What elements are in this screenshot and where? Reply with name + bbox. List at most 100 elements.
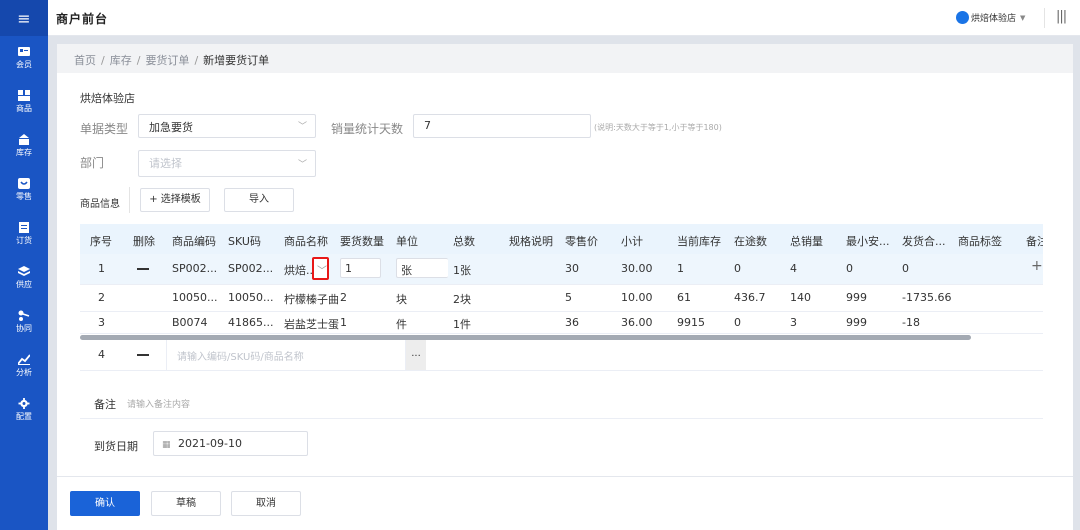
import-button[interactable]: 导入 bbox=[224, 188, 294, 212]
row-number: 1 bbox=[98, 262, 105, 275]
min-safety-stock: 0 bbox=[846, 262, 853, 275]
add-remark-button[interactable]: + bbox=[1031, 258, 1043, 274]
row-number: 2 bbox=[98, 291, 105, 304]
breadcrumb: 首页 / 库存 / 要货订单 / 新增要货订单 bbox=[57, 44, 1073, 73]
sidebar-item-label: 库存 bbox=[16, 148, 32, 157]
table-row: 2 10050... 10050... 柠檬榛子曲 2 块 2块 5 10.00… bbox=[80, 285, 1043, 312]
breadcrumb-orders[interactable]: 要货订单 bbox=[145, 54, 189, 67]
unit-value: 件 bbox=[396, 318, 407, 331]
sales-days-label: 销量统计天数 bbox=[331, 122, 404, 136]
sales-days-input[interactable]: 7 bbox=[413, 114, 591, 138]
columns-menu-icon[interactable]: ||| bbox=[1056, 9, 1067, 24]
ship-qty: 0 bbox=[902, 262, 909, 275]
product-search-input[interactable]: 请输入编码/SKU码/商品名称 bbox=[166, 340, 406, 370]
table-row: 1 SP002... SP002... 烘焙... ﹀ 1 张 1张 30 30… bbox=[80, 254, 1043, 285]
sidebar-item-supply[interactable]: 供应 bbox=[0, 256, 48, 300]
arrival-date-label: 到货日期 bbox=[94, 440, 138, 453]
col-header: 总销量 bbox=[790, 235, 823, 248]
breadcrumb-home[interactable]: 首页 bbox=[74, 54, 96, 67]
breadcrumb-stock[interactable]: 库存 bbox=[110, 54, 132, 67]
topbar: 商户前台 烘焙体验店 ▼ ||| bbox=[48, 0, 1080, 36]
col-header: 最小安... bbox=[846, 235, 890, 248]
more-options-button[interactable]: ... bbox=[406, 340, 426, 370]
confirm-button[interactable]: 确认 bbox=[70, 491, 140, 516]
chevron-down-icon: ﹀ bbox=[297, 160, 307, 170]
order-icon bbox=[19, 222, 29, 233]
retail-price: 30 bbox=[565, 262, 579, 275]
sidebar-item-collab[interactable]: 协同 bbox=[0, 300, 48, 344]
product-code: SP002... bbox=[172, 262, 218, 275]
doc-type-value: 加急要货 bbox=[149, 121, 193, 134]
product-search-placeholder: 请输入编码/SKU码/商品名称 bbox=[177, 352, 304, 363]
goods-info-label: 商品信息 bbox=[80, 199, 120, 210]
sidebar-item-label: 会员 bbox=[16, 60, 32, 69]
select-template-button[interactable]: + 选择模板 bbox=[140, 188, 210, 212]
col-header: 总数 bbox=[453, 235, 475, 248]
chart-icon bbox=[18, 354, 30, 365]
sidebar-item-label: 商品 bbox=[16, 104, 32, 113]
col-header: SKU码 bbox=[228, 235, 261, 248]
sidebar-item-goods[interactable]: 商品 bbox=[0, 80, 48, 124]
col-header: 要货数量 bbox=[340, 235, 384, 248]
unit-select[interactable]: 张 bbox=[396, 258, 448, 278]
subtotal: 36.00 bbox=[621, 316, 653, 329]
quantity-value: 1 bbox=[340, 316, 347, 329]
remark-input[interactable]: 请输入备注内容 bbox=[127, 397, 190, 410]
store-name: 烘焙体验店 bbox=[80, 92, 135, 105]
quantity-value: 1 bbox=[345, 262, 352, 275]
collab-icon bbox=[18, 310, 30, 321]
col-header: 备注 bbox=[1026, 235, 1043, 248]
remark-label: 备注 bbox=[94, 398, 116, 411]
col-header: 单位 bbox=[396, 235, 418, 248]
doc-type-select[interactable]: 加急要货 ﹀ bbox=[138, 114, 316, 138]
sales-days-hint: (说明:天数大于等于1,小于等于180) bbox=[594, 123, 722, 132]
delete-row-button[interactable] bbox=[137, 354, 149, 356]
sidebar-item-analysis[interactable]: 分析 bbox=[0, 344, 48, 388]
sidebar-item-label: 零售 bbox=[16, 192, 32, 201]
arrival-date-picker[interactable]: ▦ 2021-09-10 bbox=[153, 431, 308, 456]
cancel-button[interactable]: 取消 bbox=[231, 491, 301, 516]
calendar-icon: ▦ bbox=[162, 440, 171, 450]
menu-toggle-icon[interactable]: ≡ bbox=[0, 0, 48, 36]
draft-button[interactable]: 草稿 bbox=[151, 491, 221, 516]
grid-icon bbox=[18, 90, 30, 101]
dept-label: 部门 bbox=[80, 156, 105, 170]
quantity-input[interactable]: 1 bbox=[340, 258, 381, 278]
sidebar-item-retail[interactable]: 零售 bbox=[0, 168, 48, 212]
delete-row-button[interactable] bbox=[137, 268, 149, 270]
breadcrumb-current: 新增要货订单 bbox=[203, 54, 270, 67]
col-header: 商品名称 bbox=[284, 235, 328, 248]
sidebar-item-label: 配置 bbox=[16, 412, 32, 421]
store-avatar-icon bbox=[956, 11, 969, 24]
retail-price: 5 bbox=[565, 291, 572, 304]
col-header: 规格说明 bbox=[509, 235, 553, 248]
col-header: 当前库存 bbox=[677, 235, 721, 248]
sidebar-item-config[interactable]: 配置 bbox=[0, 388, 48, 432]
sidebar: ≡ 会员 商品 库存 零售 订货 供应 协同 分析 配置 bbox=[0, 0, 48, 530]
subtotal: 30.00 bbox=[621, 262, 653, 275]
col-header: 在途数 bbox=[734, 235, 767, 248]
supply-icon bbox=[18, 266, 30, 276]
chevron-down-icon: ﹀ bbox=[297, 122, 307, 132]
row-number: 3 bbox=[98, 316, 105, 329]
caret-down-icon: ▼ bbox=[1020, 13, 1026, 22]
col-header: 删除 bbox=[133, 235, 155, 248]
sales-days-value: 7 bbox=[424, 119, 431, 132]
retail-price: 36 bbox=[565, 316, 579, 329]
min-safety-stock: 999 bbox=[846, 291, 867, 304]
sidebar-item-member[interactable]: 会员 bbox=[0, 36, 48, 80]
col-header: 小计 bbox=[621, 235, 643, 248]
dept-select[interactable]: 请选择 ﹀ bbox=[138, 150, 316, 177]
col-header: 零售价 bbox=[565, 235, 598, 248]
total-sales: 140 bbox=[790, 291, 811, 304]
sku-code: 41865... bbox=[228, 316, 274, 329]
quantity-value: 2 bbox=[340, 291, 347, 304]
sidebar-item-order[interactable]: 订货 bbox=[0, 212, 48, 256]
store-switch-label: 烘焙体验店 bbox=[971, 14, 1017, 24]
sidebar-item-stock[interactable]: 库存 bbox=[0, 124, 48, 168]
sku-code: 10050... bbox=[228, 291, 274, 304]
table-header: 序号 删除 商品编码 SKU码 商品名称 要货数量 单位 总数 规格说明 零售价… bbox=[80, 224, 1043, 254]
total: 2块 bbox=[453, 293, 471, 306]
product-name-dropdown[interactable]: ﹀ bbox=[312, 257, 329, 280]
store-switcher[interactable]: 烘焙体验店 ▼ bbox=[956, 11, 1025, 24]
